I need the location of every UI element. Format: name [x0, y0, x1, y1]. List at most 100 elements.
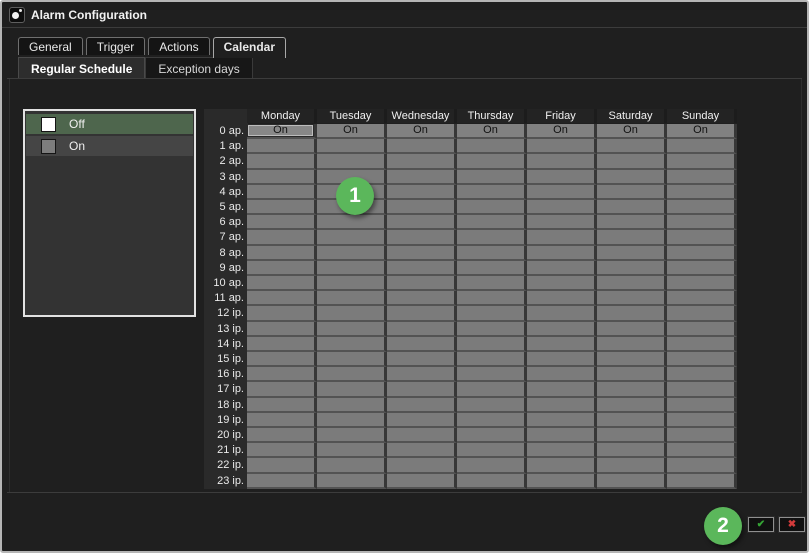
day-header-thursday[interactable]: Thursday [457, 109, 527, 123]
schedule-cell-wednesday-0-ap[interactable]: On [387, 124, 457, 139]
schedule-cell-friday-22-ip[interactable] [527, 458, 597, 473]
schedule-cell-thursday-10-ap[interactable] [457, 276, 527, 291]
schedule-cell-monday-8-ap[interactable] [247, 246, 317, 261]
schedule-cell-friday-18-ip[interactable] [527, 398, 597, 413]
schedule-cell-saturday-13-ip[interactable] [597, 322, 667, 337]
schedule-cell-wednesday-1-ap[interactable] [387, 139, 457, 154]
tab-general[interactable]: General [18, 37, 83, 55]
schedule-cell-wednesday-9-ap[interactable] [387, 261, 457, 276]
hour-label-14-ip[interactable]: 14 ip. [204, 337, 248, 352]
schedule-cell-sunday-1-ap[interactable] [667, 139, 737, 154]
schedule-cell-sunday-6-ap[interactable] [667, 215, 737, 230]
schedule-cell-thursday-11-ap[interactable] [457, 291, 527, 306]
schedule-cell-wednesday-21-ip[interactable] [387, 443, 457, 458]
schedule-cell-saturday-6-ap[interactable] [597, 215, 667, 230]
schedule-cell-saturday-5-ap[interactable] [597, 200, 667, 215]
subtab-regular-schedule[interactable]: Regular Schedule [18, 57, 145, 78]
schedule-cell-thursday-21-ip[interactable] [457, 443, 527, 458]
schedule-cell-tuesday-6-ap[interactable] [317, 215, 387, 230]
schedule-cell-saturday-2-ap[interactable] [597, 154, 667, 169]
hour-label-19-ip[interactable]: 19 ip. [204, 413, 248, 428]
schedule-cell-monday-15-ip[interactable] [247, 352, 317, 367]
schedule-cell-friday-6-ap[interactable] [527, 215, 597, 230]
schedule-cell-monday-1-ap[interactable] [247, 139, 317, 154]
schedule-cell-monday-10-ap[interactable] [247, 276, 317, 291]
schedule-cell-thursday-12-ip[interactable] [457, 306, 527, 321]
day-header-sunday[interactable]: Sunday [667, 109, 737, 123]
schedule-cell-sunday-13-ip[interactable] [667, 322, 737, 337]
schedule-cell-sunday-10-ap[interactable] [667, 276, 737, 291]
schedule-cell-monday-4-ap[interactable] [247, 185, 317, 200]
schedule-cell-monday-18-ip[interactable] [247, 398, 317, 413]
tab-trigger[interactable]: Trigger [86, 37, 146, 55]
schedule-cell-tuesday-15-ip[interactable] [317, 352, 387, 367]
schedule-cell-sunday-22-ip[interactable] [667, 458, 737, 473]
tab-calendar[interactable]: Calendar [213, 37, 286, 58]
schedule-cell-monday-17-ip[interactable] [247, 382, 317, 397]
schedule-cell-thursday-18-ip[interactable] [457, 398, 527, 413]
schedule-cell-thursday-4-ap[interactable] [457, 185, 527, 200]
schedule-cell-wednesday-7-ap[interactable] [387, 230, 457, 245]
day-header-saturday[interactable]: Saturday [597, 109, 667, 123]
schedule-cell-sunday-12-ip[interactable] [667, 306, 737, 321]
schedule-cell-monday-2-ap[interactable] [247, 154, 317, 169]
schedule-cell-thursday-19-ip[interactable] [457, 413, 527, 428]
schedule-cell-saturday-18-ip[interactable] [597, 398, 667, 413]
schedule-cell-friday-0-ap[interactable]: On [527, 124, 597, 139]
schedule-cell-tuesday-17-ip[interactable] [317, 382, 387, 397]
schedule-cell-saturday-19-ip[interactable] [597, 413, 667, 428]
schedule-cell-monday-21-ip[interactable] [247, 443, 317, 458]
day-header-wednesday[interactable]: Wednesday [387, 109, 457, 123]
schedule-cell-sunday-21-ip[interactable] [667, 443, 737, 458]
schedule-cell-sunday-8-ap[interactable] [667, 246, 737, 261]
schedule-cell-thursday-16-ip[interactable] [457, 367, 527, 382]
schedule-cell-friday-15-ip[interactable] [527, 352, 597, 367]
schedule-cell-thursday-22-ip[interactable] [457, 458, 527, 473]
ok-button[interactable]: ✔ [748, 517, 774, 532]
day-header-friday[interactable]: Friday [527, 109, 597, 123]
schedule-cell-wednesday-6-ap[interactable] [387, 215, 457, 230]
schedule-cell-monday-12-ip[interactable] [247, 306, 317, 321]
schedule-cell-tuesday-7-ap[interactable] [317, 230, 387, 245]
hour-label-5-ap[interactable]: 5 ap. [204, 200, 248, 215]
schedule-cell-saturday-14-ip[interactable] [597, 337, 667, 352]
schedule-cell-sunday-7-ap[interactable] [667, 230, 737, 245]
schedule-cell-friday-16-ip[interactable] [527, 367, 597, 382]
schedule-cell-wednesday-16-ip[interactable] [387, 367, 457, 382]
schedule-cell-thursday-7-ap[interactable] [457, 230, 527, 245]
schedule-cell-monday-19-ip[interactable] [247, 413, 317, 428]
schedule-cell-wednesday-15-ip[interactable] [387, 352, 457, 367]
schedule-cell-saturday-17-ip[interactable] [597, 382, 667, 397]
schedule-cell-tuesday-2-ap[interactable] [317, 154, 387, 169]
schedule-cell-saturday-7-ap[interactable] [597, 230, 667, 245]
hour-label-16-ip[interactable]: 16 ip. [204, 367, 248, 382]
schedule-cell-wednesday-22-ip[interactable] [387, 458, 457, 473]
schedule-cell-tuesday-22-ip[interactable] [317, 458, 387, 473]
schedule-cell-tuesday-21-ip[interactable] [317, 443, 387, 458]
schedule-cell-monday-13-ip[interactable] [247, 322, 317, 337]
schedule-cell-friday-2-ap[interactable] [527, 154, 597, 169]
schedule-cell-wednesday-8-ap[interactable] [387, 246, 457, 261]
schedule-cell-saturday-4-ap[interactable] [597, 185, 667, 200]
schedule-cell-thursday-3-ap[interactable] [457, 170, 527, 185]
schedule-cell-saturday-9-ap[interactable] [597, 261, 667, 276]
schedule-cell-wednesday-2-ap[interactable] [387, 154, 457, 169]
subtab-exception-days[interactable]: Exception days [145, 57, 252, 78]
schedule-cell-wednesday-13-ip[interactable] [387, 322, 457, 337]
schedule-cell-friday-21-ip[interactable] [527, 443, 597, 458]
schedule-cell-wednesday-10-ap[interactable] [387, 276, 457, 291]
schedule-cell-sunday-9-ap[interactable] [667, 261, 737, 276]
schedule-cell-monday-20-ip[interactable] [247, 428, 317, 443]
schedule-cell-thursday-13-ip[interactable] [457, 322, 527, 337]
schedule-cell-sunday-3-ap[interactable] [667, 170, 737, 185]
schedule-cell-monday-22-ip[interactable] [247, 458, 317, 473]
schedule-cell-tuesday-8-ap[interactable] [317, 246, 387, 261]
schedule-cell-saturday-15-ip[interactable] [597, 352, 667, 367]
day-header-tuesday[interactable]: Tuesday [317, 109, 387, 123]
schedule-cell-saturday-16-ip[interactable] [597, 367, 667, 382]
schedule-cell-thursday-0-ap[interactable]: On [457, 124, 527, 139]
schedule-cell-tuesday-16-ip[interactable] [317, 367, 387, 382]
schedule-cell-sunday-18-ip[interactable] [667, 398, 737, 413]
schedule-cell-friday-4-ap[interactable] [527, 185, 597, 200]
schedule-cell-friday-5-ap[interactable] [527, 200, 597, 215]
